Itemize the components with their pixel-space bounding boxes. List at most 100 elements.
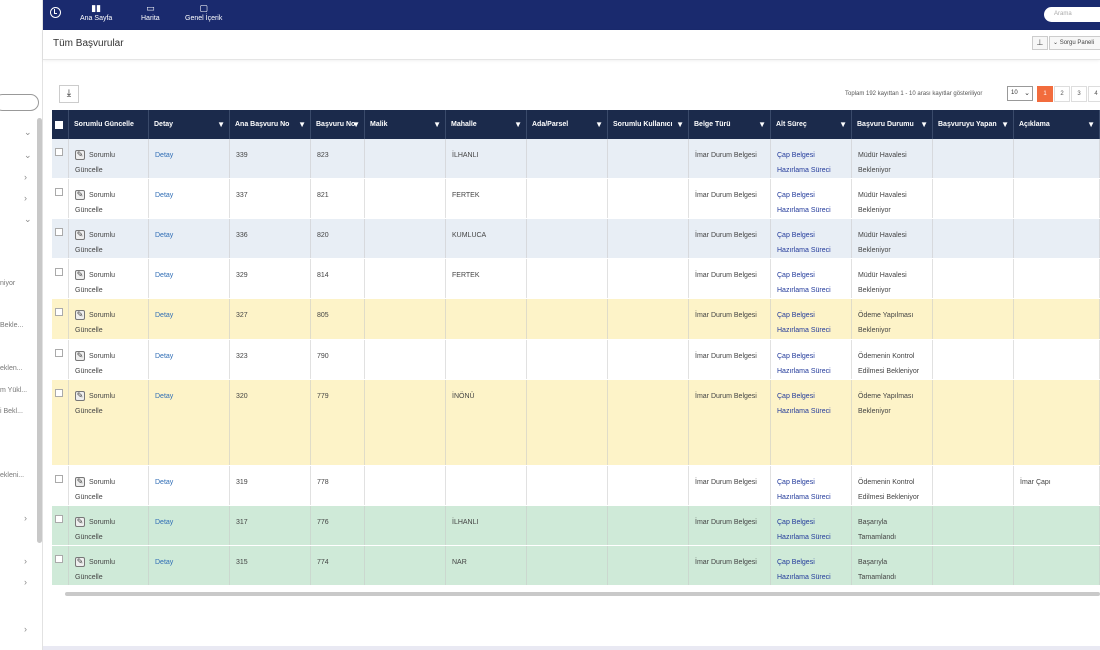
page-size-select[interactable]: 10 ⌄: [1007, 86, 1033, 101]
edit-icon[interactable]: ✎: [75, 517, 85, 528]
row-checkbox[interactable]: [55, 188, 63, 196]
column-header[interactable]: [52, 110, 69, 139]
update-label[interactable]: Güncelle: [75, 494, 103, 501]
edit-icon[interactable]: ✎: [75, 310, 85, 321]
detail-link[interactable]: Detay: [149, 506, 230, 545]
page-button[interactable]: 4: [1088, 86, 1100, 102]
nav-item-general-content[interactable]: ▢ Genel İçerik: [185, 3, 222, 22]
filter-icon[interactable]: ▼: [1001, 120, 1009, 129]
update-label[interactable]: Sorumlu: [89, 519, 115, 526]
column-header[interactable]: Mahalle ▼: [446, 110, 527, 139]
edit-icon[interactable]: ✎: [75, 477, 85, 488]
filter-icon[interactable]: ▼: [676, 120, 684, 129]
column-header[interactable]: Açıklama ▼: [1014, 110, 1100, 139]
column-header[interactable]: Başvuru No ▼: [311, 110, 365, 139]
chevron-right-icon[interactable]: ›: [24, 513, 27, 523]
update-label[interactable]: Güncelle: [75, 167, 103, 174]
row-checkbox[interactable]: [55, 555, 63, 563]
table-row[interactable]: ✎ Sorumlu Güncelle Detay 337 821 FERTEK İmar Du…: [52, 179, 1100, 219]
filter-icon[interactable]: ▼: [217, 120, 225, 129]
row-checkbox[interactable]: [55, 308, 63, 316]
clock-icon[interactable]: [50, 7, 61, 18]
column-header[interactable]: Ada/Parsel ▼: [527, 110, 608, 139]
sidebar-scrollbar[interactable]: [37, 118, 42, 543]
table-row[interactable]: ✎ Sorumlu Güncelle Detay 327 805 İmar Durum Be…: [52, 299, 1100, 340]
table-row[interactable]: ✎ Sorumlu Güncelle Detay 339 823 İLHANLI İmar D…: [52, 139, 1100, 179]
row-checkbox[interactable]: [55, 268, 63, 276]
update-label[interactable]: Güncelle: [75, 287, 103, 294]
sidebar-item-label[interactable]: Beklе...: [0, 322, 23, 329]
sidebar-search-input[interactable]: [0, 94, 39, 111]
column-header[interactable]: Sorumlu Güncelle: [69, 110, 149, 139]
row-checkbox[interactable]: [55, 389, 63, 397]
sidebar-item-label[interactable]: m Yükl...: [0, 387, 27, 394]
row-checkbox[interactable]: [55, 349, 63, 357]
row-checkbox[interactable]: [55, 228, 63, 236]
table-row[interactable]: ✎ Sorumlu Güncelle Detay 319 778 İmar Durum Be…: [52, 466, 1100, 506]
chevron-down-icon[interactable]: ⌄: [24, 150, 32, 161]
detail-link[interactable]: Detay: [149, 139, 230, 178]
filter-icon[interactable]: ▼: [1087, 120, 1095, 129]
page-button[interactable]: 1: [1037, 86, 1053, 102]
sidebar-item-label[interactable]: ekleni...: [0, 472, 24, 479]
column-header[interactable]: Detay ▼: [149, 110, 230, 139]
column-header[interactable]: Belge Türü ▼: [689, 110, 771, 139]
detail-link[interactable]: Detay: [149, 340, 230, 379]
horizontal-scrollbar[interactable]: [65, 592, 1100, 596]
edit-icon[interactable]: ✎: [75, 150, 85, 161]
update-label[interactable]: Güncelle: [75, 327, 103, 334]
detail-link[interactable]: Detay: [149, 219, 230, 258]
select-all-checkbox[interactable]: [55, 121, 63, 129]
column-header[interactable]: Malik ▼: [365, 110, 446, 139]
filter-icon[interactable]: ▼: [514, 120, 522, 129]
filter-icon[interactable]: ▼: [298, 120, 306, 129]
sidebar-item-label[interactable]: i Bekl...: [0, 408, 23, 415]
update-label[interactable]: Güncelle: [75, 247, 103, 254]
pin-button[interactable]: ⊥: [1032, 36, 1048, 50]
update-label[interactable]: Güncelle: [75, 534, 103, 541]
row-checkbox[interactable]: [55, 515, 63, 523]
chevron-right-icon[interactable]: ›: [24, 556, 27, 566]
table-row[interactable]: ✎ Sorumlu Güncelle Detay 317 776 İLHANLI İmar D…: [52, 506, 1100, 546]
search-input[interactable]: Arama: [1044, 7, 1100, 22]
page-button[interactable]: 3: [1071, 86, 1087, 102]
column-header[interactable]: Sorumlu Kullanıcı ▼: [608, 110, 689, 139]
update-label[interactable]: Güncelle: [75, 368, 103, 375]
filter-icon[interactable]: ▼: [839, 120, 847, 129]
edit-icon[interactable]: ✎: [75, 190, 85, 201]
table-row[interactable]: ✎ Sorumlu Güncelle Detay 315 774 NAR İmar Durum…: [52, 546, 1100, 586]
chevron-down-icon[interactable]: ⌄: [24, 127, 32, 138]
update-label[interactable]: Sorumlu: [89, 559, 115, 566]
edit-icon[interactable]: ✎: [75, 351, 85, 362]
edit-icon[interactable]: ✎: [75, 391, 85, 402]
update-label[interactable]: Güncelle: [75, 408, 103, 415]
filter-icon[interactable]: ▼: [595, 120, 603, 129]
update-label[interactable]: Sorumlu: [89, 312, 115, 319]
column-header[interactable]: Başvuru Durumu ▼: [852, 110, 933, 139]
filter-icon[interactable]: ▼: [920, 120, 928, 129]
update-label[interactable]: Sorumlu: [89, 192, 115, 199]
download-button[interactable]: ⤓: [59, 85, 79, 103]
detail-link[interactable]: Detay: [149, 466, 230, 505]
table-row[interactable]: ✎ Sorumlu Güncelle Detay 323 790 İmar Durum Be…: [52, 340, 1100, 380]
table-row[interactable]: ✎ Sorumlu Güncelle Detay 320 779 İNÖNÜ İmar Dur…: [52, 380, 1100, 466]
chevron-right-icon[interactable]: ›: [24, 577, 27, 587]
update-label[interactable]: Sorumlu: [89, 353, 115, 360]
update-label[interactable]: Sorumlu: [89, 232, 115, 239]
column-header[interactable]: Başvuruyu Yapan ▼: [933, 110, 1014, 139]
chevron-right-icon[interactable]: ›: [24, 193, 27, 203]
table-row[interactable]: ✎ Sorumlu Güncelle Detay 329 814 FERTEK İmar Du…: [52, 259, 1100, 299]
sidebar-item-label[interactable]: niyor: [0, 280, 15, 287]
chevron-right-icon[interactable]: ›: [24, 172, 27, 182]
update-label[interactable]: Sorumlu: [89, 272, 115, 279]
row-checkbox[interactable]: [55, 475, 63, 483]
column-header[interactable]: Alt Süreç ▼: [771, 110, 852, 139]
query-panel-button[interactable]: ⌄ Sorgu Paneli: [1049, 36, 1100, 50]
filter-icon[interactable]: ▼: [433, 120, 441, 129]
update-label[interactable]: Sorumlu: [89, 479, 115, 486]
row-checkbox[interactable]: [55, 148, 63, 156]
edit-icon[interactable]: ✎: [75, 557, 85, 568]
update-label[interactable]: Güncelle: [75, 207, 103, 214]
detail-link[interactable]: Detay: [149, 546, 230, 585]
update-label[interactable]: Güncelle: [75, 574, 103, 581]
